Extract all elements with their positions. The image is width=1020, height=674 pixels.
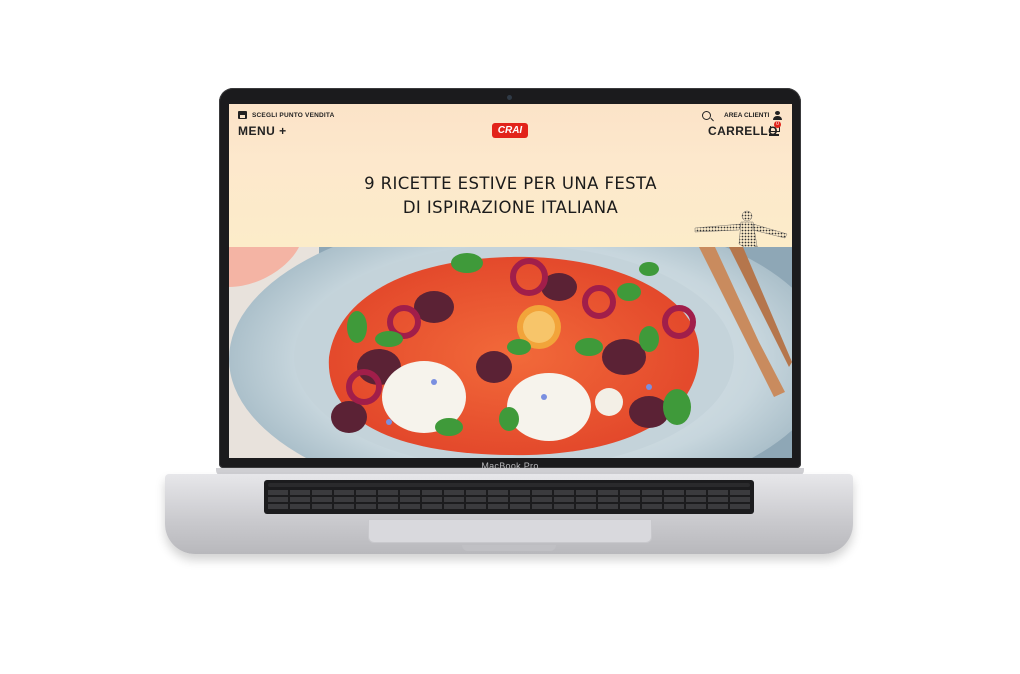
page-title-line-1: 9 RICETTE ESTIVE PER UNA FESTA xyxy=(364,174,657,193)
menu-button[interactable]: MENU + xyxy=(238,124,287,138)
store-selector[interactable]: SCEGLI PUNTO VENDITA xyxy=(238,111,335,119)
hero-food-image xyxy=(229,247,792,458)
crai-logo[interactable]: CRAI xyxy=(492,123,528,138)
site-header: SCEGLI PUNTO VENDITA MENU + CRAI AREA CL… xyxy=(229,104,792,295)
camera-dot xyxy=(507,95,512,100)
store-icon xyxy=(238,111,247,119)
keyboard-row xyxy=(268,497,750,502)
browser-screen: SCEGLI PUNTO VENDITA MENU + CRAI AREA CL… xyxy=(229,104,792,458)
cart-count-badge: 0 xyxy=(774,121,781,128)
keyboard-row xyxy=(268,490,750,495)
touch-bar xyxy=(268,483,750,487)
keyboard-row xyxy=(268,504,750,509)
search-icon[interactable] xyxy=(702,111,711,120)
cart-link[interactable]: CARRELLO xyxy=(708,124,778,138)
lid-notch xyxy=(462,545,556,551)
account-link[interactable]: AREA CLIENTI xyxy=(724,112,769,119)
user-icon[interactable] xyxy=(773,111,782,120)
trackpad xyxy=(368,520,652,543)
store-selector-label: SCEGLI PUNTO VENDITA xyxy=(252,111,335,119)
